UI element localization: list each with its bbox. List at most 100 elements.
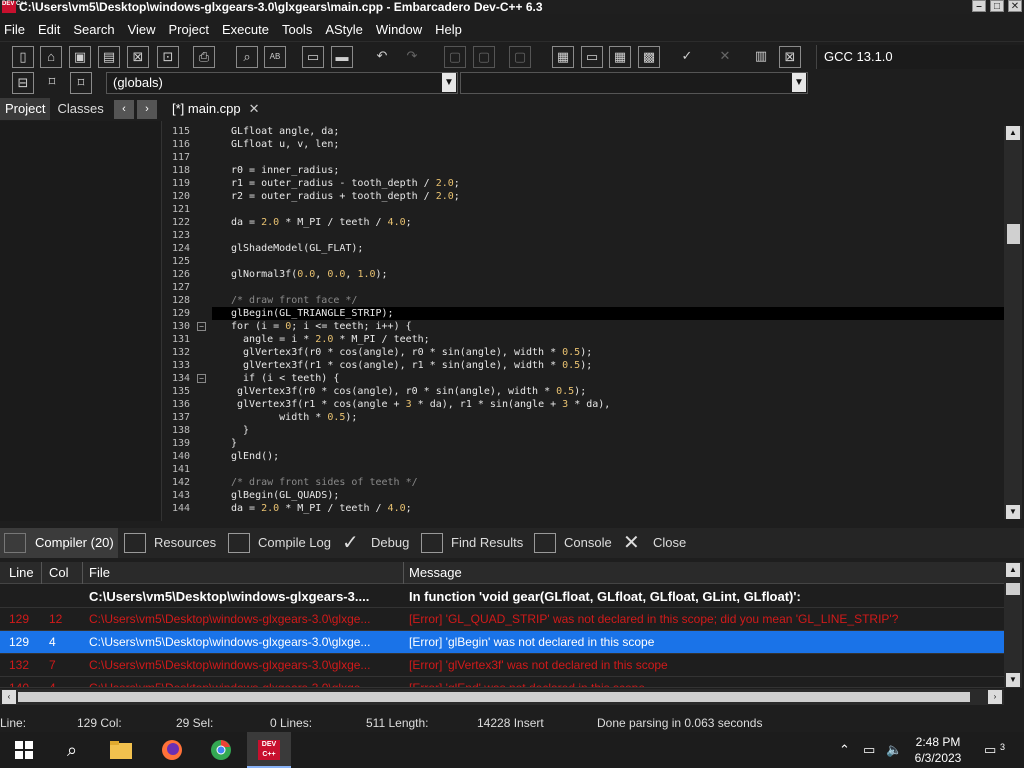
chevron-right-icon[interactable]: › <box>137 100 157 119</box>
scroll-thumb[interactable] <box>1006 583 1020 595</box>
messages-vertical-scrollbar[interactable]: ▲ ▼ <box>1004 562 1022 688</box>
code-line[interactable]: 120 r2 = outer_radius + tooth_depth / 2.0… <box>162 190 1004 203</box>
code-line[interactable]: 129 glBegin(GL_TRIANGLE_STRIP); <box>162 307 1004 320</box>
tab-resources[interactable]: Resources <box>122 528 216 558</box>
code-line[interactable]: 144 da = 2.0 * M_PI / teeth / 4.0; <box>162 502 1004 515</box>
menu-file[interactable]: File <box>0 22 29 37</box>
code-line[interactable]: 130− for (i = 0; i <= teeth; i++) { <box>162 320 1004 333</box>
code-line[interactable]: 124 glShadeModel(GL_FLAT); <box>162 242 1004 255</box>
minimize-button[interactable]: – <box>972 0 986 12</box>
code-line[interactable]: 133 glVertex3f(r1 * cos(angle), r1 * sin… <box>162 359 1004 372</box>
code-line[interactable]: 134− if (i < teeth) { <box>162 372 1004 385</box>
tab-close[interactable]: ✕ Close <box>621 528 686 558</box>
profile-chart-icon[interactable]: ▥ <box>750 46 772 68</box>
menu-view[interactable]: View <box>124 22 160 37</box>
code-line[interactable]: 135 glVertex3f(r0 * cos(angle), r0 * sin… <box>162 385 1004 398</box>
tab-classes[interactable]: Classes <box>52 98 108 120</box>
close-window-button[interactable]: ✕ <box>1008 0 1022 12</box>
replace-icon[interactable]: AB <box>264 46 286 68</box>
tab-compile-log[interactable]: Compile Log <box>226 528 331 558</box>
print-icon[interactable]: ⎙ <box>193 46 215 68</box>
devcpp-taskbar-icon[interactable]: DEV C++ <box>247 732 291 768</box>
chevron-up-icon[interactable]: ⌃ <box>839 732 850 768</box>
code-line[interactable]: 121 <box>162 203 1004 216</box>
open-folder-icon[interactable]: ⌂ <box>40 46 62 68</box>
menu-help[interactable]: Help <box>431 22 466 37</box>
column-divider[interactable] <box>41 562 42 584</box>
message-row[interactable]: C:\Users\vm5\Desktop\windows-glxgears-3.… <box>0 585 1004 608</box>
compile-icon[interactable]: ▦ <box>552 46 574 68</box>
new-file-icon[interactable]: ▯ <box>12 46 34 68</box>
scroll-down-icon[interactable]: ▼ <box>1006 673 1020 687</box>
search-icon[interactable]: ⌕ <box>50 732 94 768</box>
chevron-left-icon[interactable]: ‹ <box>114 100 134 119</box>
code-line[interactable]: 132 glVertex3f(r0 * cos(angle), r0 * sin… <box>162 346 1004 359</box>
message-row[interactable]: 129 12 C:\Users\vm5\Desktop\windows-glxgea… <box>0 608 1004 631</box>
code-line[interactable]: 128 /* draw front face */ <box>162 294 1004 307</box>
redo-icon[interactable]: ↷ <box>401 46 423 68</box>
scroll-down-icon[interactable]: ▼ <box>1006 505 1020 519</box>
tab-find-results[interactable]: Find Results <box>419 528 523 558</box>
column-divider[interactable] <box>82 562 83 584</box>
col-header-file[interactable]: File <box>89 562 110 584</box>
code-line[interactable]: 116 GLfloat u, v, len; <box>162 138 1004 151</box>
file-explorer-icon[interactable] <box>99 732 143 768</box>
goto-bookmark-icon[interactable]: ⌑ <box>70 72 92 94</box>
code-line[interactable]: 127 <box>162 281 1004 294</box>
code-line[interactable]: 122 da = 2.0 * M_PI / teeth / 4.0; <box>162 216 1004 229</box>
tab-console[interactable]: Console <box>532 528 612 558</box>
message-row[interactable]: 132 7 C:\Users\vm5\Desktop\windows-glxgear… <box>0 654 1004 677</box>
scroll-thumb[interactable] <box>1007 224 1020 244</box>
scroll-right-icon[interactable]: › <box>988 690 1002 704</box>
project-options-icon[interactable]: ▢ <box>509 46 531 68</box>
menu-tools[interactable]: Tools <box>278 22 316 37</box>
scope-dropdown-icon[interactable]: ▼ <box>442 73 456 92</box>
tab-compiler[interactable]: Compiler (20) <box>0 528 118 558</box>
indent-icon[interactable]: ▭ <box>302 46 324 68</box>
column-divider[interactable] <box>403 562 404 584</box>
save-all-icon[interactable]: ▤ <box>98 46 120 68</box>
menu-edit[interactable]: Edit <box>34 22 64 37</box>
run-icon[interactable]: ▭ <box>581 46 603 68</box>
editor-vertical-scrollbar[interactable]: ▲ ▼ <box>1004 126 1022 519</box>
function-select[interactable] <box>460 72 808 94</box>
close-icon[interactable]: ✕ <box>249 101 260 116</box>
messages-horizontal-scrollbar[interactable]: ‹ › <box>0 689 1004 705</box>
code-line[interactable]: 126 glNormal3f(0.0, 0.0, 1.0); <box>162 268 1004 281</box>
code-line[interactable]: 118 r0 = inner_radius; <box>162 164 1004 177</box>
code-line[interactable]: 136 glVertex3f(r1 * cos(angle + 3 * da),… <box>162 398 1004 411</box>
code-line[interactable]: 117 <box>162 151 1004 164</box>
undo-icon[interactable]: ↶ <box>371 46 393 68</box>
code-line[interactable]: 139} <box>162 437 1004 450</box>
function-dropdown-icon[interactable]: ▼ <box>792 73 806 92</box>
code-line[interactable]: 140 glEnd(); <box>162 450 1004 463</box>
editor-tab-main-cpp[interactable]: [*] main.cpp ✕ <box>166 98 266 120</box>
col-header-line[interactable]: Line <box>9 562 34 584</box>
tab-debug[interactable]: ✓ Debug <box>340 528 409 558</box>
message-row[interactable]: 140 4 C:\Users\vm5\Desktop\windows-glxgear… <box>0 677 1004 688</box>
unindent-icon[interactable]: ▬ <box>331 46 353 68</box>
add-to-project-icon[interactable]: ▢ <box>473 46 495 68</box>
menu-search[interactable]: Search <box>69 22 118 37</box>
scroll-left-icon[interactable]: ‹ <box>2 690 16 704</box>
horizontal-scroll-thumb[interactable] <box>18 692 970 702</box>
compile-run-icon[interactable]: ▦ <box>609 46 631 68</box>
taskbar-clock[interactable]: 2:48 PM 6/3/2023 <box>906 734 970 766</box>
chrome-icon[interactable] <box>199 732 243 768</box>
col-header-message[interactable]: Message <box>409 562 462 584</box>
fold-toggle-icon[interactable]: − <box>197 322 206 331</box>
message-row[interactable]: 129 4 C:\Users\vm5\Desktop\windows-glxgear… <box>0 631 1004 654</box>
code-line[interactable]: 125 <box>162 255 1004 268</box>
maximize-button[interactable]: □ <box>990 0 1004 12</box>
col-header-col[interactable]: Col <box>49 562 69 584</box>
toggle-bookmark-icon[interactable]: ⌑ <box>41 72 63 94</box>
insert-icon[interactable]: ⊟ <box>12 72 34 94</box>
volume-muted-icon[interactable]: 🔈 <box>886 732 902 768</box>
windows-start-icon[interactable] <box>2 732 46 768</box>
code-editor[interactable]: 115 GLfloat angle, da; 116 GLfloat u, v, le… <box>162 121 1004 521</box>
code-line[interactable]: 137 width * 0.5); <box>162 411 1004 424</box>
menu-window[interactable]: Window <box>372 22 426 37</box>
close-file-icon[interactable]: ⊠ <box>127 46 149 68</box>
code-line[interactable]: 142 /* draw front sides of teeth */ <box>162 476 1004 489</box>
stop-icon[interactable]: ✕ <box>714 46 736 68</box>
